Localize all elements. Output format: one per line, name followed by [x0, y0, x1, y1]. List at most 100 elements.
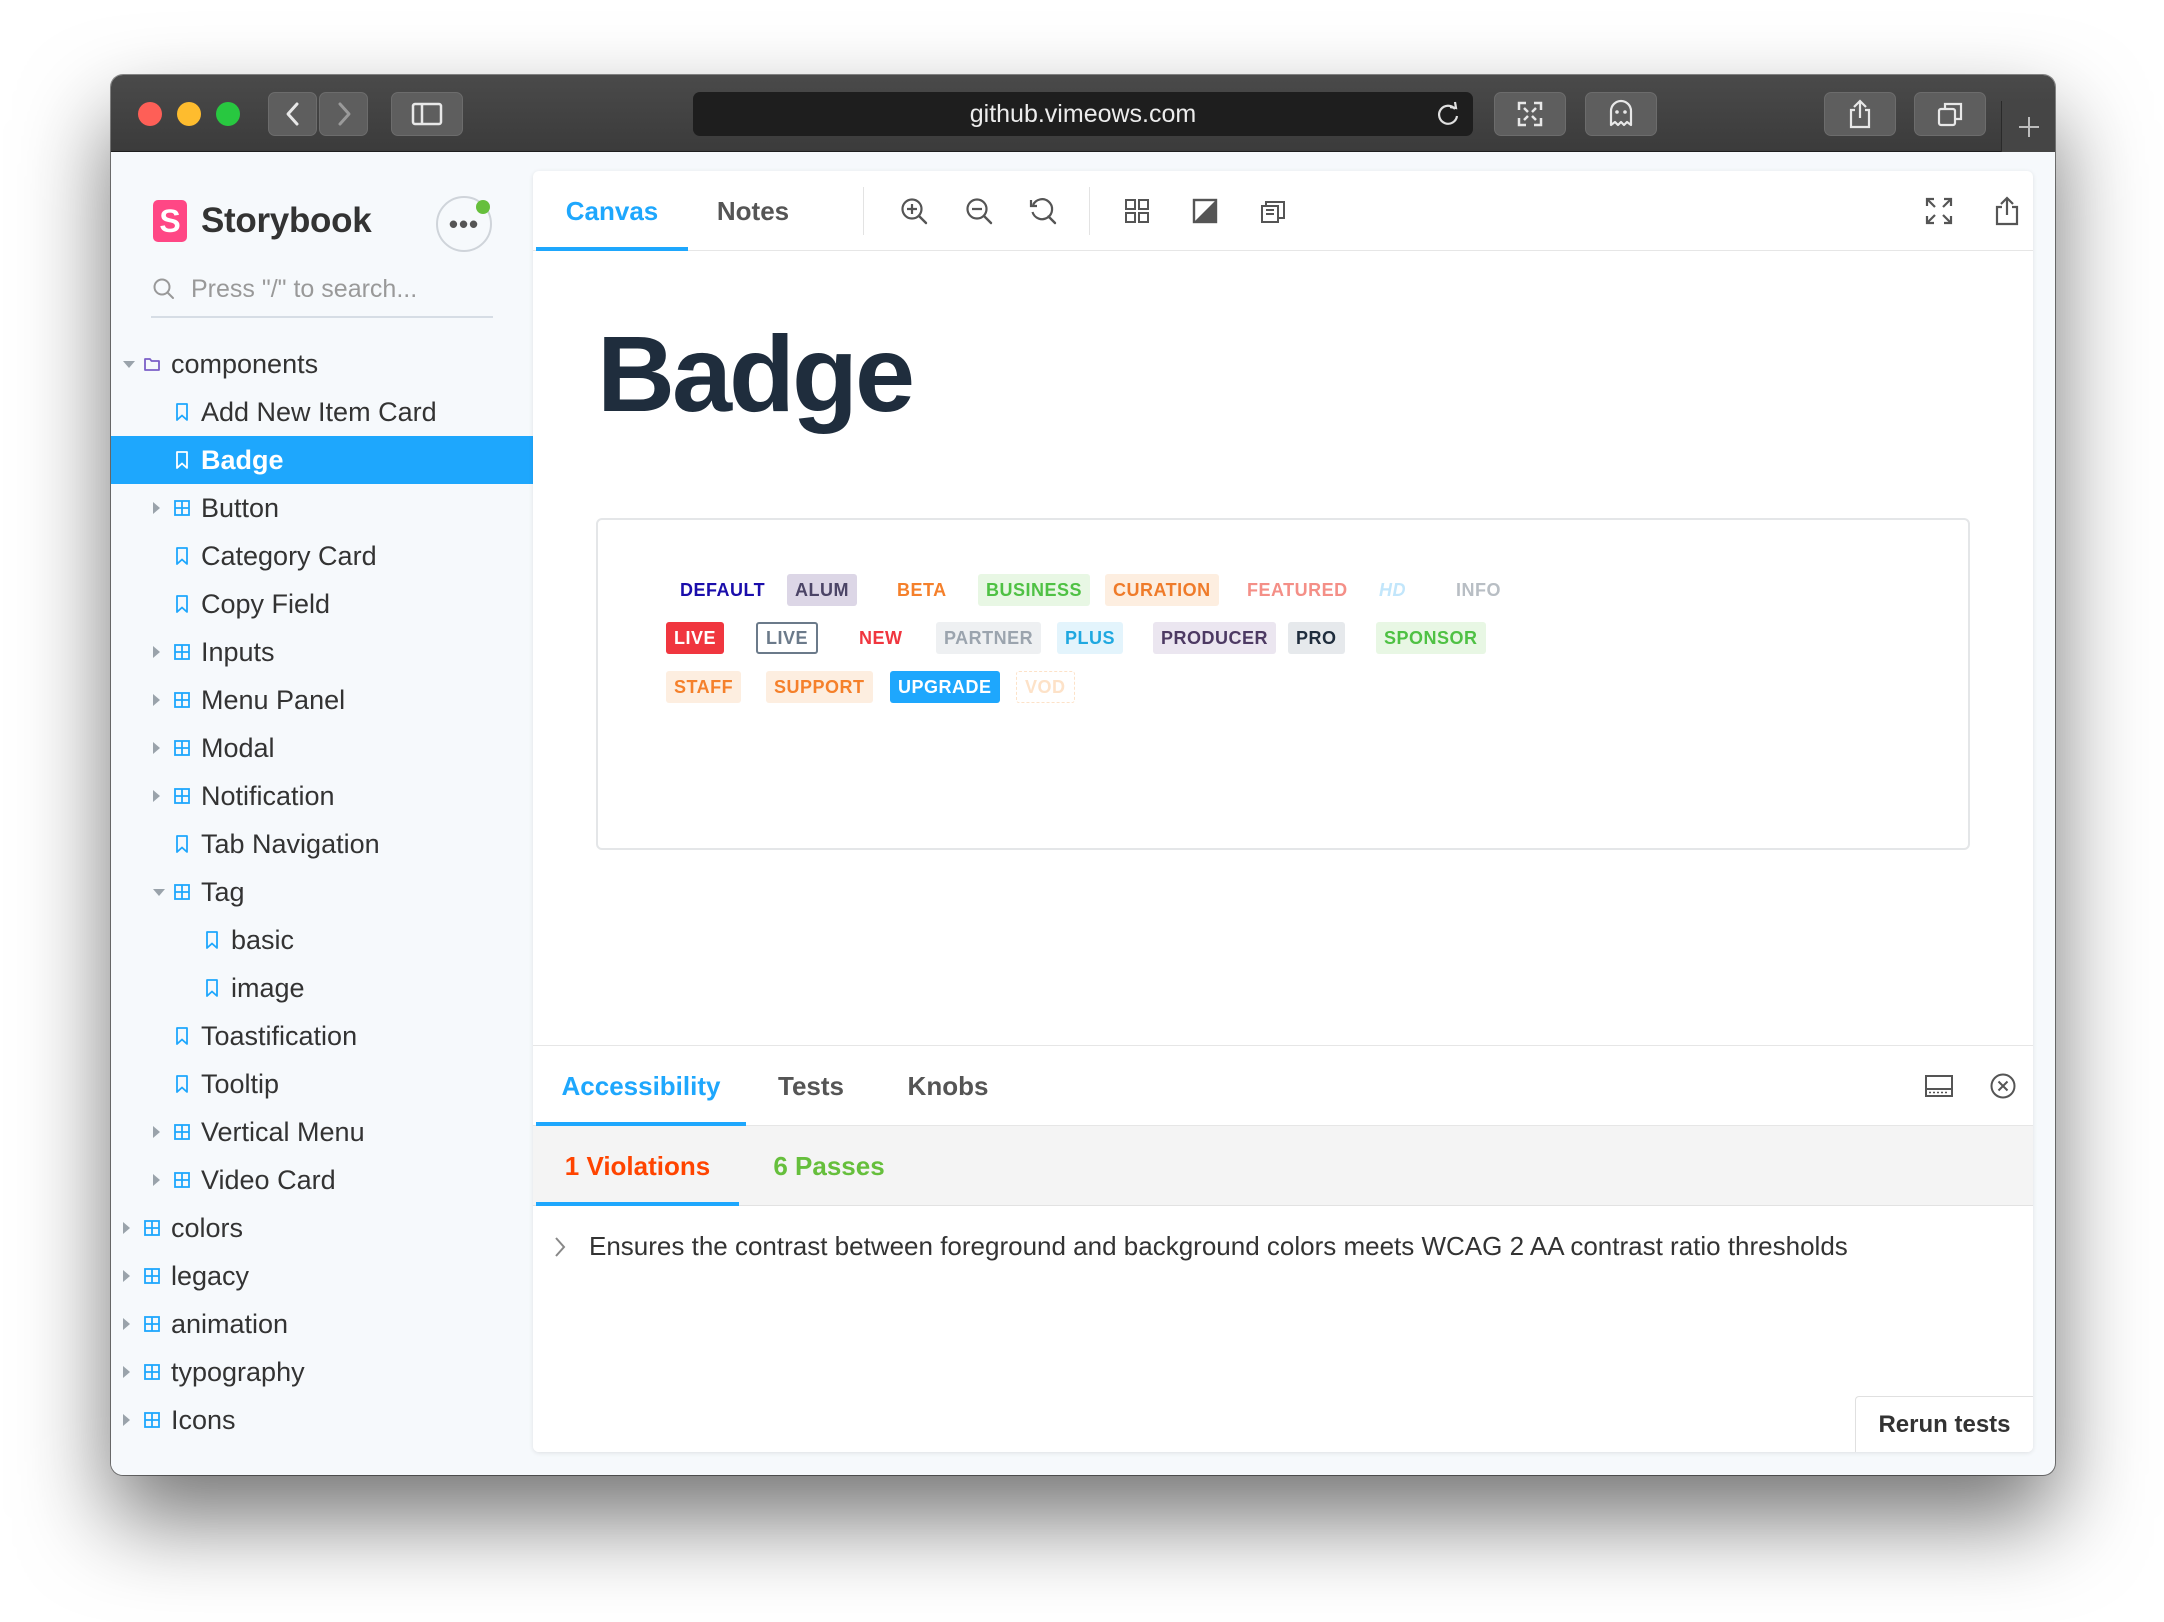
badge-featured: FEATURED: [1247, 579, 1348, 600]
caret-down-icon[interactable]: [153, 889, 165, 896]
rerun-tests-button[interactable]: Rerun tests: [1855, 1396, 2033, 1452]
sidebar-item-label: Badge: [201, 444, 284, 475]
close-panel-button[interactable]: [1987, 1070, 2019, 1102]
search-input[interactable]: Press "/" to search...: [191, 275, 417, 304]
panel-position-button[interactable]: [1923, 1070, 1955, 1102]
zoom-in-button[interactable]: [898, 195, 930, 227]
sidebar-item-label: Add New Item Card: [201, 396, 437, 427]
caret-right-icon[interactable]: [153, 742, 160, 754]
sidebar-item-add-new-item-card[interactable]: Add New Item Card: [111, 388, 533, 436]
viewport-button[interactable]: [1257, 195, 1289, 227]
grid-icon: [174, 788, 190, 804]
sidebar-item-basic[interactable]: basic: [111, 916, 533, 964]
sidebar-item-typography[interactable]: typography: [111, 1348, 533, 1396]
violation-row[interactable]: Ensures the contrast between foreground …: [533, 1206, 2033, 1286]
open-new-tab-button[interactable]: [1991, 195, 2023, 227]
sidebar-item-video-card[interactable]: Video Card: [111, 1156, 533, 1204]
tabs-icon: [1937, 102, 1963, 127]
tab-canvas[interactable]: Canvas: [536, 171, 688, 251]
fullscreen-button[interactable]: [1923, 195, 1955, 227]
bookmark-icon: [206, 931, 218, 949]
sidebar-item-animation[interactable]: animation: [111, 1300, 533, 1348]
sidebar-item-image[interactable]: image: [111, 964, 533, 1012]
address-bar[interactable]: github.vimeows.com: [693, 92, 1473, 136]
caret-right-icon[interactable]: [123, 1270, 130, 1282]
grid-icon: [144, 1220, 160, 1236]
close-icon: [1990, 1073, 2016, 1099]
reader-button[interactable]: [1494, 92, 1566, 136]
caret-right-icon[interactable]: [153, 790, 160, 802]
badge-hd: HD: [1379, 579, 1406, 600]
sidebar-item-legacy[interactable]: legacy: [111, 1252, 533, 1300]
tab-tests[interactable]: Tests: [746, 1046, 876, 1126]
background-toggle-button[interactable]: [1189, 195, 1221, 227]
sidebar-item-icons[interactable]: Icons: [111, 1396, 533, 1444]
new-tab-button[interactable]: [2001, 101, 2055, 152]
sidebar-item-label: Icons: [171, 1404, 236, 1435]
caret-down-icon[interactable]: [123, 361, 135, 368]
grid-icon: [174, 884, 190, 900]
menu-button[interactable]: •••: [436, 196, 492, 252]
back-button[interactable]: [268, 92, 317, 136]
sidebar-item-inputs[interactable]: Inputs: [111, 628, 533, 676]
caret-right-icon[interactable]: [153, 646, 160, 658]
grid-toggle-button[interactable]: [1121, 195, 1153, 227]
sidebar-item-button[interactable]: Button: [111, 484, 533, 532]
zoom-window-button[interactable]: [216, 102, 240, 126]
sidebar-item-components[interactable]: components: [111, 340, 533, 388]
sidebar-item-colors[interactable]: colors: [111, 1204, 533, 1252]
sidebar-item-vertical-menu[interactable]: Vertical Menu: [111, 1108, 533, 1156]
share-icon: [1995, 196, 2019, 226]
caret-right-icon[interactable]: [153, 502, 160, 514]
story-tree: components Add New Item Card Badge Button Ca…: [111, 340, 533, 1444]
caret-right-icon[interactable]: [123, 1318, 130, 1330]
grid-icon: [174, 500, 190, 516]
sidebar-item-badge[interactable]: Badge: [111, 436, 533, 484]
zoom-out-button[interactable]: [963, 195, 995, 227]
tab-passes[interactable]: 6 Passes: [759, 1126, 899, 1206]
grid-icon: [174, 1172, 190, 1188]
sidebar-item-tag[interactable]: Tag: [111, 868, 533, 916]
sidebar-item-modal[interactable]: Modal: [111, 724, 533, 772]
zoom-reset-button[interactable]: [1027, 195, 1059, 227]
grid-icon: [144, 1364, 160, 1380]
tab-notes[interactable]: Notes: [688, 171, 818, 251]
caret-right-icon[interactable]: [123, 1366, 130, 1378]
sidebar-item-menu-panel[interactable]: Menu Panel: [111, 676, 533, 724]
minimize-window-button[interactable]: [177, 102, 201, 126]
chevron-right-icon: [338, 102, 350, 126]
chevron-right-icon[interactable]: [553, 1236, 567, 1258]
sidebar-item-toastification[interactable]: Toastification: [111, 1012, 533, 1060]
sidebar-item-copy-field[interactable]: Copy Field: [111, 580, 533, 628]
badge-sponsor: SPONSOR: [1376, 622, 1486, 654]
sidebar-toggle-button[interactable]: [391, 92, 463, 136]
sidebar-item-label: Category Card: [201, 540, 377, 571]
tab-violations[interactable]: 1 Violations: [536, 1126, 739, 1206]
sidebar-item-label: Toastification: [201, 1020, 358, 1051]
sidebar-item-label: Inputs: [201, 636, 275, 667]
background-icon: [1192, 198, 1218, 224]
sidebar-item-label: typography: [171, 1356, 305, 1387]
storybook-brand[interactable]: S Storybook: [153, 200, 372, 242]
extension-button[interactable]: [1585, 92, 1657, 136]
sidebar-item-category-card[interactable]: Category Card: [111, 532, 533, 580]
tabs-overview-button[interactable]: [1914, 92, 1986, 136]
violation-description: Ensures the contrast between foreground …: [589, 1230, 1848, 1261]
tab-accessibility[interactable]: Accessibility: [536, 1046, 746, 1126]
sidebar-item-tab-navigation[interactable]: Tab Navigation: [111, 820, 533, 868]
close-window-button[interactable]: [138, 102, 162, 126]
toolbar-divider: [863, 187, 864, 235]
caret-right-icon[interactable]: [153, 1126, 160, 1138]
sidebar-icon: [411, 102, 443, 126]
caret-right-icon[interactable]: [153, 694, 160, 706]
share-button[interactable]: [1824, 92, 1896, 136]
reload-icon[interactable]: [1435, 101, 1461, 127]
sidebar-item-notification[interactable]: Notification: [111, 772, 533, 820]
forward-button[interactable]: [319, 92, 368, 136]
sidebar-item-tooltip[interactable]: Tooltip: [111, 1060, 533, 1108]
caret-right-icon[interactable]: [123, 1222, 130, 1234]
caret-right-icon[interactable]: [123, 1414, 130, 1426]
search-field[interactable]: Press "/" to search...: [151, 262, 493, 318]
caret-right-icon[interactable]: [153, 1174, 160, 1186]
tab-knobs[interactable]: Knobs: [876, 1046, 1020, 1126]
